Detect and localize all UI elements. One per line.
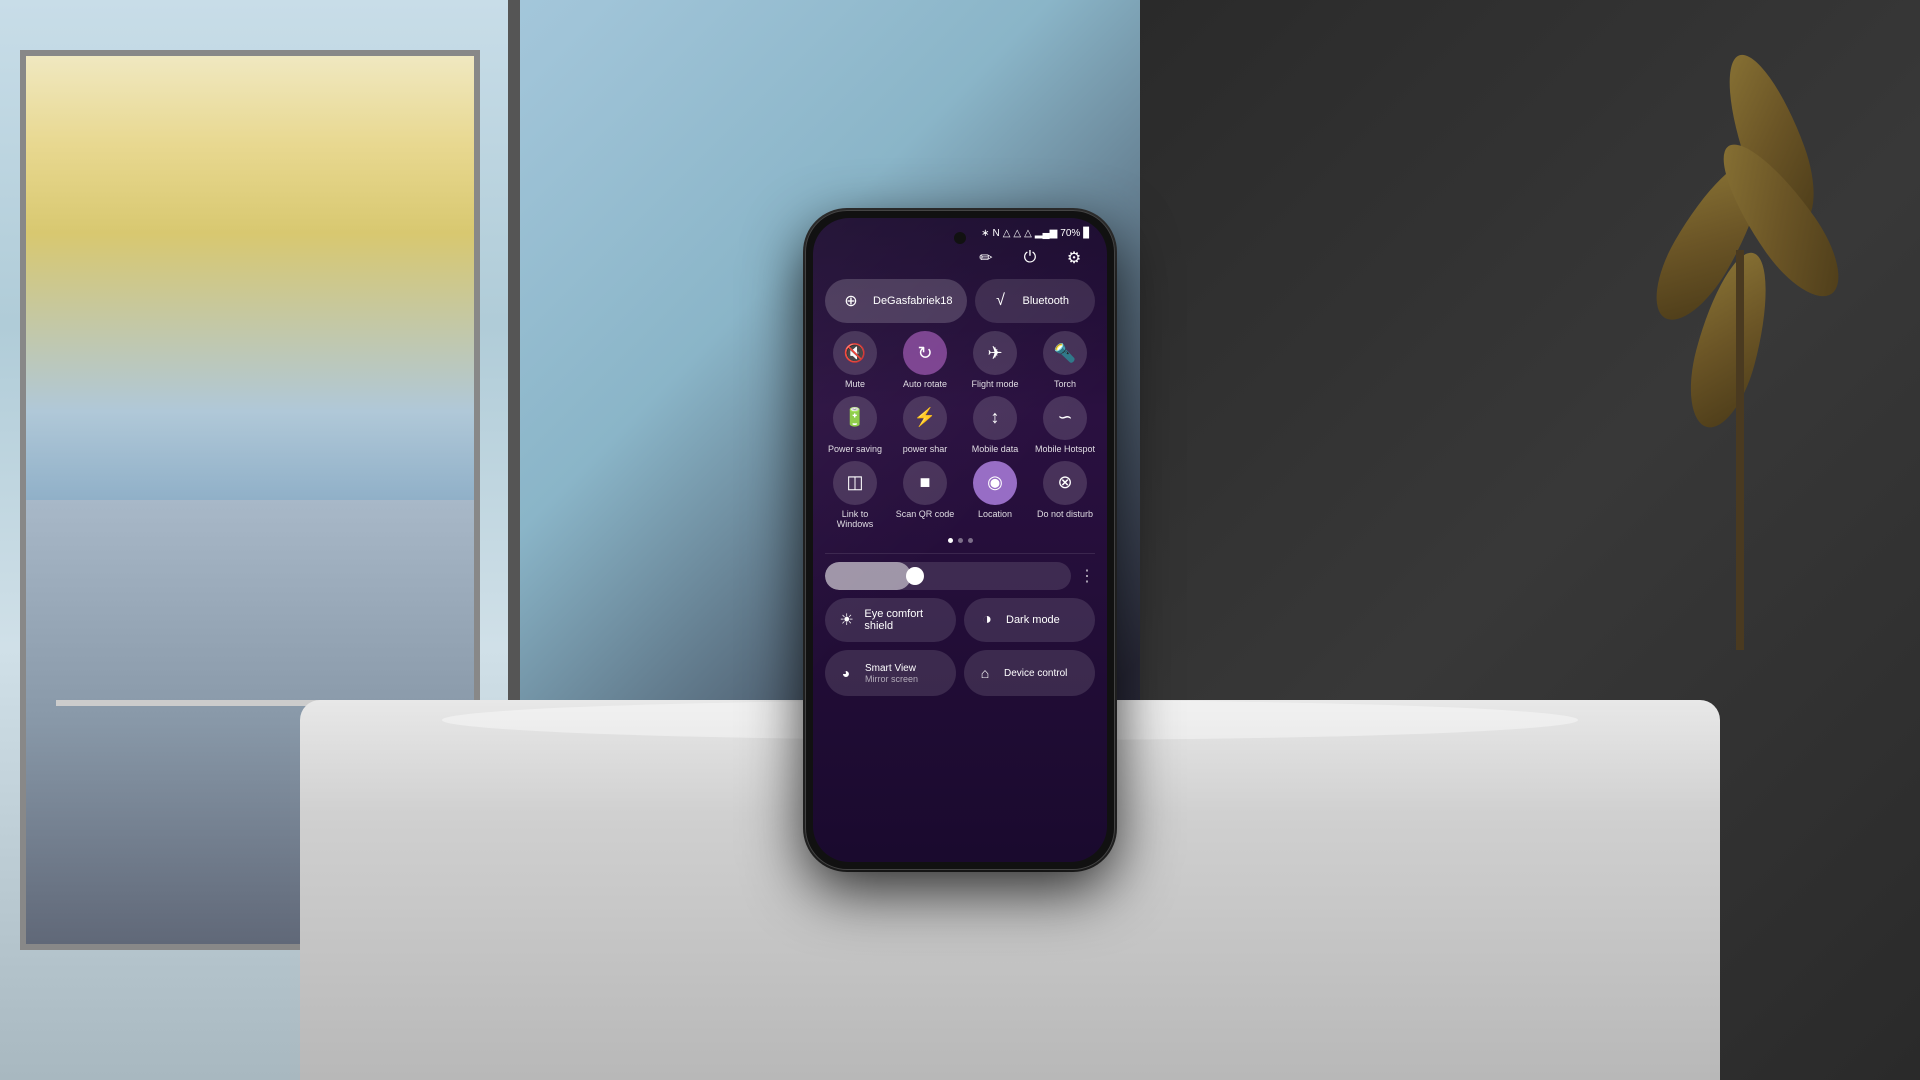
bottom-tiles-row: ◕ Smart View Mirror screen ⌂ Device cont… (813, 650, 1107, 704)
brightness-row: ⋮ (813, 558, 1107, 598)
battery-percent: 70% (1060, 228, 1080, 239)
scan-qr-icon: ■ (903, 461, 947, 505)
plant-stem (1736, 250, 1744, 650)
bluetooth-label: Bluetooth (1023, 295, 1069, 307)
power-share-icon: ⚡ (903, 396, 947, 440)
wifi-tile[interactable]: ⊕ DeGasfabriek18 (825, 279, 967, 323)
torch-icon: 🔦 (1043, 331, 1087, 375)
location-tile[interactable]: ◉ Location (963, 461, 1027, 531)
wifi-icon: △ (1024, 228, 1032, 239)
brightness-thumb (906, 567, 924, 585)
flight-mode-icon: ✈ (973, 331, 1017, 375)
comfort-tiles-row: ☀ Eye comfort shield ◑ Dark mode (813, 598, 1107, 650)
dark-mode-icon: ◑ (976, 609, 998, 631)
link-windows-icon: ◫ (833, 461, 877, 505)
brightness-more-button[interactable]: ⋮ (1079, 566, 1095, 586)
dnd-icon: ⊗ (1043, 461, 1087, 505)
dark-mode-label: Dark mode (1006, 614, 1060, 626)
auto-rotate-label: Auto rotate (903, 379, 947, 390)
auto-rotate-tile[interactable]: ↻ Auto rotate (893, 331, 957, 390)
location-label: Location (978, 509, 1012, 520)
battery-icon: ▊ (1083, 228, 1091, 239)
flight-mode-tile[interactable]: ✈ Flight mode (963, 331, 1027, 390)
device-control-tile[interactable]: ⌂ Device control (964, 650, 1095, 696)
smart-view-subtitle: Mirror screen (865, 674, 918, 684)
nfc-icon: N (992, 228, 999, 239)
page-dot-2 (958, 538, 963, 543)
mobile-data-tile[interactable]: ↕ Mobile data (963, 396, 1027, 455)
camera-notch (954, 232, 966, 244)
mute-label: Mute (845, 379, 865, 390)
smart-view-tile[interactable]: ◕ Smart View Mirror screen (825, 650, 956, 696)
signal-bars-icon: ▂▄▆ (1035, 228, 1057, 239)
dnd-label: Do not disturb (1037, 509, 1093, 520)
device-control-icon: ⌂ (974, 662, 996, 684)
network-tiles-row: ⊕ DeGasfabriek18 √ Bluetooth (813, 279, 1107, 323)
smart-view-labels: Smart View Mirror screen (865, 663, 918, 684)
silent-icon: △ (1003, 228, 1011, 239)
wifi-label: DeGasfabriek18 (873, 295, 953, 307)
torch-tile[interactable]: 🔦 Torch (1033, 331, 1097, 390)
brightness-slider[interactable] (825, 562, 1071, 590)
settings-button[interactable]: ⚙ (1061, 245, 1087, 271)
page-dot-1 (948, 538, 953, 543)
power-saving-icon: 🔋 (833, 396, 877, 440)
device-control-labels: Device control (1004, 668, 1067, 679)
smart-view-title: Smart View (865, 663, 918, 674)
mobile-data-icon: ↕ (973, 396, 1017, 440)
scan-qr-tile[interactable]: ■ Scan QR code (893, 461, 957, 531)
divider-1 (825, 553, 1095, 554)
bluetooth-tile-icon: √ (989, 289, 1013, 313)
power-share-label: power shar (903, 444, 948, 455)
eye-comfort-tile[interactable]: ☀ Eye comfort shield (825, 598, 956, 642)
device-control-title: Device control (1004, 668, 1067, 679)
auto-rotate-icon: ↻ (903, 331, 947, 375)
power-saving-label: Power saving (828, 444, 882, 455)
status-icons: ∗ N △ △ △ ▂▄▆ 70% ▊ (981, 228, 1091, 239)
dnd-tile[interactable]: ⊗ Do not disturb (1033, 461, 1097, 531)
eye-comfort-label: Eye comfort shield (864, 608, 944, 632)
scan-qr-label: Scan QR code (896, 509, 955, 520)
hotspot-icon: ∽ (1043, 396, 1087, 440)
link-windows-label: Link to Windows (823, 509, 887, 531)
edit-button[interactable]: ✏ (973, 245, 999, 271)
smart-view-icon: ◕ (835, 662, 857, 684)
bluetooth-tile[interactable]: √ Bluetooth (975, 279, 1096, 323)
eye-comfort-icon: ☀ (837, 609, 856, 631)
quick-settings-grid: 🔇 Mute ↻ Auto rotate ✈ Flight mode 🔦 Tor… (813, 331, 1107, 530)
signal-mute-icon: △ (1013, 228, 1021, 239)
hotspot-label: Mobile Hotspot (1035, 444, 1095, 455)
dark-mode-tile[interactable]: ◑ Dark mode (964, 598, 1095, 642)
location-icon: ◉ (973, 461, 1017, 505)
hotspot-tile[interactable]: ∽ Mobile Hotspot (1033, 396, 1097, 455)
brightness-fill (825, 562, 911, 590)
phone-device: ∗ N △ △ △ ▂▄▆ 70% ▊ ✏ ⏻ ⚙ ⊕ (805, 210, 1115, 870)
flight-mode-label: Flight mode (971, 379, 1018, 390)
mute-tile[interactable]: 🔇 Mute (823, 331, 887, 390)
power-button[interactable]: ⏻ (1017, 245, 1043, 271)
plant-decoration (1640, 50, 1840, 650)
wifi-tile-icon: ⊕ (839, 289, 863, 313)
page-indicators (813, 534, 1107, 549)
scene: ∗ N △ △ △ ▂▄▆ 70% ▊ ✏ ⏻ ⚙ ⊕ (0, 0, 1920, 1080)
power-share-tile[interactable]: ⚡ power shar (893, 396, 957, 455)
page-dot-3 (968, 538, 973, 543)
phone-screen: ∗ N △ △ △ ▂▄▆ 70% ▊ ✏ ⏻ ⚙ ⊕ (813, 218, 1107, 862)
mobile-data-label: Mobile data (972, 444, 1019, 455)
bluetooth-icon: ∗ (981, 228, 989, 239)
power-saving-tile[interactable]: 🔋 Power saving (823, 396, 887, 455)
link-windows-tile[interactable]: ◫ Link to Windows (823, 461, 887, 531)
mute-icon: 🔇 (833, 331, 877, 375)
torch-label: Torch (1054, 379, 1076, 390)
header-controls: ✏ ⏻ ⚙ (813, 243, 1107, 279)
